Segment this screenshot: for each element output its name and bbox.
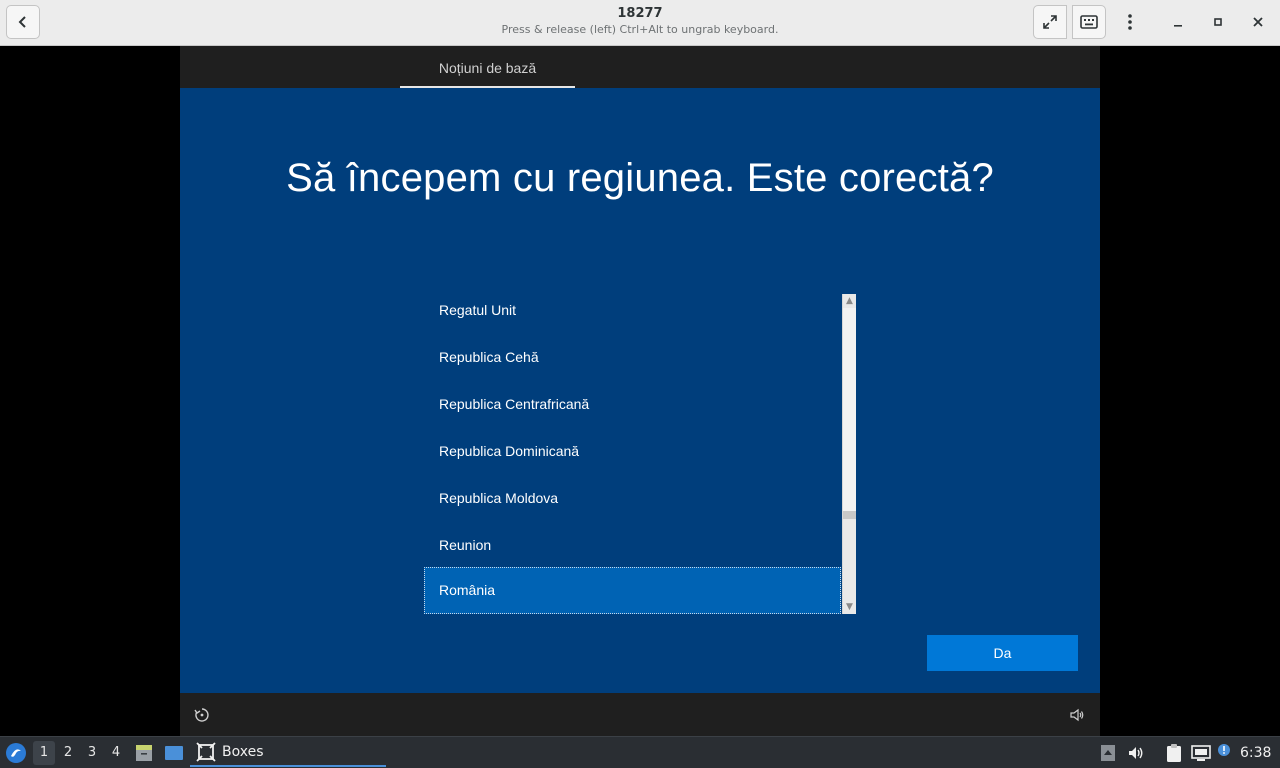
region-list-item[interactable]: Regatul Unit xyxy=(424,294,841,341)
info-badge-icon xyxy=(1218,744,1230,756)
speaker-icon xyxy=(1070,708,1084,722)
maximize-icon xyxy=(1214,18,1222,26)
workspace-3[interactable]: 3 xyxy=(81,741,103,765)
vm-display[interactable]: Noțiuni de bază Să începem cu regiunea. … xyxy=(180,46,1100,736)
scrollbar[interactable]: ▲ ▼ xyxy=(842,294,856,614)
close-button[interactable] xyxy=(1246,10,1270,34)
keyboard-icon xyxy=(1080,15,1098,29)
page-title: Să începem cu regiunea. Este corectă? xyxy=(286,156,994,200)
tray-arrow-up-icon xyxy=(1101,745,1115,761)
region-list[interactable]: Regatul Unit Republica Cehă Republica Ce… xyxy=(424,294,856,614)
boxes-app-icon xyxy=(196,741,216,762)
region-list-item-selected[interactable]: România xyxy=(424,567,841,614)
fullscreen-button[interactable] xyxy=(1033,5,1067,39)
kebab-menu-icon xyxy=(1128,14,1132,30)
scroll-down-arrow-icon[interactable]: ▼ xyxy=(843,600,856,614)
volume-button[interactable] xyxy=(1067,705,1087,725)
window-title: 18277 xyxy=(617,6,663,21)
workspace-2[interactable]: 2 xyxy=(57,741,79,765)
desktop-icon xyxy=(165,746,183,760)
region-list-item[interactable]: Republica Moldova xyxy=(424,482,841,529)
ease-of-access-button[interactable] xyxy=(192,705,212,725)
window-subtitle: Press & release (left) Ctrl+Alt to ungra… xyxy=(501,23,779,36)
oobe-bottom-bar xyxy=(180,693,1100,736)
file-cabinet-icon xyxy=(136,745,152,761)
volume-tray-button[interactable] xyxy=(1125,742,1147,764)
clipboard-icon xyxy=(1167,744,1181,762)
start-menu-button[interactable] xyxy=(4,741,28,765)
chevron-left-icon xyxy=(18,16,26,28)
volume-icon xyxy=(1129,747,1143,759)
ease-of-access-icon xyxy=(194,708,209,722)
yes-button[interactable]: Da xyxy=(927,635,1078,671)
network-wired-icon xyxy=(1191,745,1211,761)
region-list-item[interactable]: Republica Cehă xyxy=(424,341,841,388)
app-menu-logo-icon xyxy=(6,743,26,763)
network-tray-button[interactable] xyxy=(1190,742,1212,764)
menu-button[interactable] xyxy=(1113,5,1147,39)
close-icon xyxy=(1253,17,1263,27)
keyboard-button[interactable] xyxy=(1072,5,1106,39)
clipboard-tray-button[interactable] xyxy=(1163,742,1185,764)
scrollbar-thumb[interactable] xyxy=(843,308,856,519)
workspace-4[interactable]: 4 xyxy=(105,741,127,765)
oobe-top-bar: Noțiuni de bază xyxy=(180,46,1100,88)
file-manager-launcher[interactable] xyxy=(133,742,155,764)
tray-up-button[interactable] xyxy=(1097,742,1119,764)
taskbar-task-label: Boxes xyxy=(222,743,264,760)
minimize-icon xyxy=(1174,25,1182,27)
region-list-item[interactable]: Republica Centrafricană xyxy=(424,388,841,435)
show-desktop-button[interactable] xyxy=(163,742,185,764)
notification-tray-button[interactable] xyxy=(1213,739,1235,761)
taskbar: 1 2 3 4 Boxes 6:38 xyxy=(0,736,1280,768)
clock[interactable]: 6:38 xyxy=(1240,741,1280,765)
minimize-button[interactable] xyxy=(1166,10,1190,34)
fullscreen-icon xyxy=(1043,15,1057,29)
taskbar-task-boxes[interactable]: Boxes xyxy=(190,738,386,767)
scroll-up-arrow-icon[interactable]: ▲ xyxy=(843,294,856,308)
workspace-1[interactable]: 1 xyxy=(33,741,55,765)
back-button[interactable] xyxy=(6,5,40,39)
region-list-item[interactable]: Republica Dominicană xyxy=(424,435,841,482)
tab-basics: Noțiuni de bază xyxy=(400,46,575,88)
header-bar: 18277 Press & release (left) Ctrl+Alt to… xyxy=(0,0,1280,46)
maximize-button[interactable] xyxy=(1206,10,1230,34)
